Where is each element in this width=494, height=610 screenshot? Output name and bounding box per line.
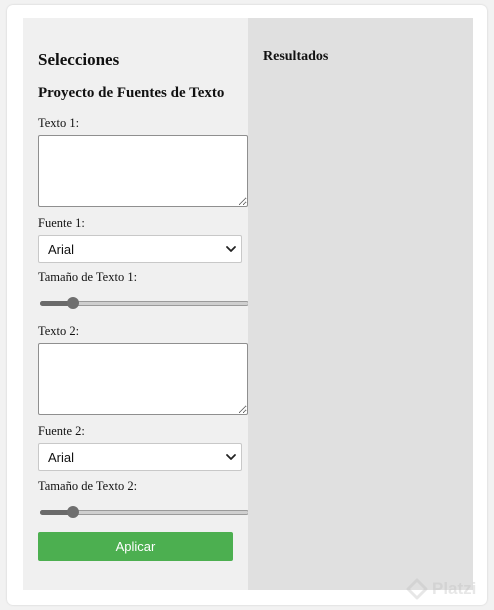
size2-slider[interactable] — [40, 505, 249, 519]
slider-thumb[interactable] — [67, 506, 80, 518]
platzi-logo-icon — [406, 578, 428, 600]
slider-thumb[interactable] — [67, 297, 80, 309]
font2-selected-value: Arial — [48, 449, 75, 465]
font1-select[interactable]: Arial — [38, 235, 242, 263]
text1-label: Texto 1: — [38, 116, 80, 130]
text2-input[interactable] — [38, 343, 248, 415]
project-subtitle: Proyecto de Fuentes de Texto — [38, 85, 225, 101]
text2-label: Texto 2: — [38, 324, 80, 338]
size1-slider[interactable] — [40, 296, 249, 310]
size1-label: Tamaño de Texto 1: — [38, 270, 138, 284]
platzi-watermark: Platzi — [406, 574, 490, 604]
text1-input[interactable] — [38, 135, 248, 207]
font2-label: Fuente 2: — [38, 424, 85, 438]
watermark-text: Platzi — [432, 579, 477, 598]
apply-button[interactable]: Aplicar — [38, 532, 233, 561]
selecciones-panel: Selecciones Proyecto de Fuentes de Texto… — [23, 18, 249, 590]
size2-label: Tamaño de Texto 2: — [38, 479, 138, 493]
font1-label: Fuente 1: — [38, 216, 85, 230]
chevron-down-icon — [226, 246, 236, 252]
resultados-panel: Resultados — [248, 18, 473, 590]
font-project-container: Selecciones Proyecto de Fuentes de Texto… — [23, 18, 473, 590]
font2-select[interactable]: Arial — [38, 443, 242, 471]
chevron-down-icon — [226, 454, 236, 460]
font1-selected-value: Arial — [48, 241, 75, 257]
selecciones-title: Selecciones — [38, 50, 120, 69]
resultados-title: Resultados — [263, 49, 329, 64]
